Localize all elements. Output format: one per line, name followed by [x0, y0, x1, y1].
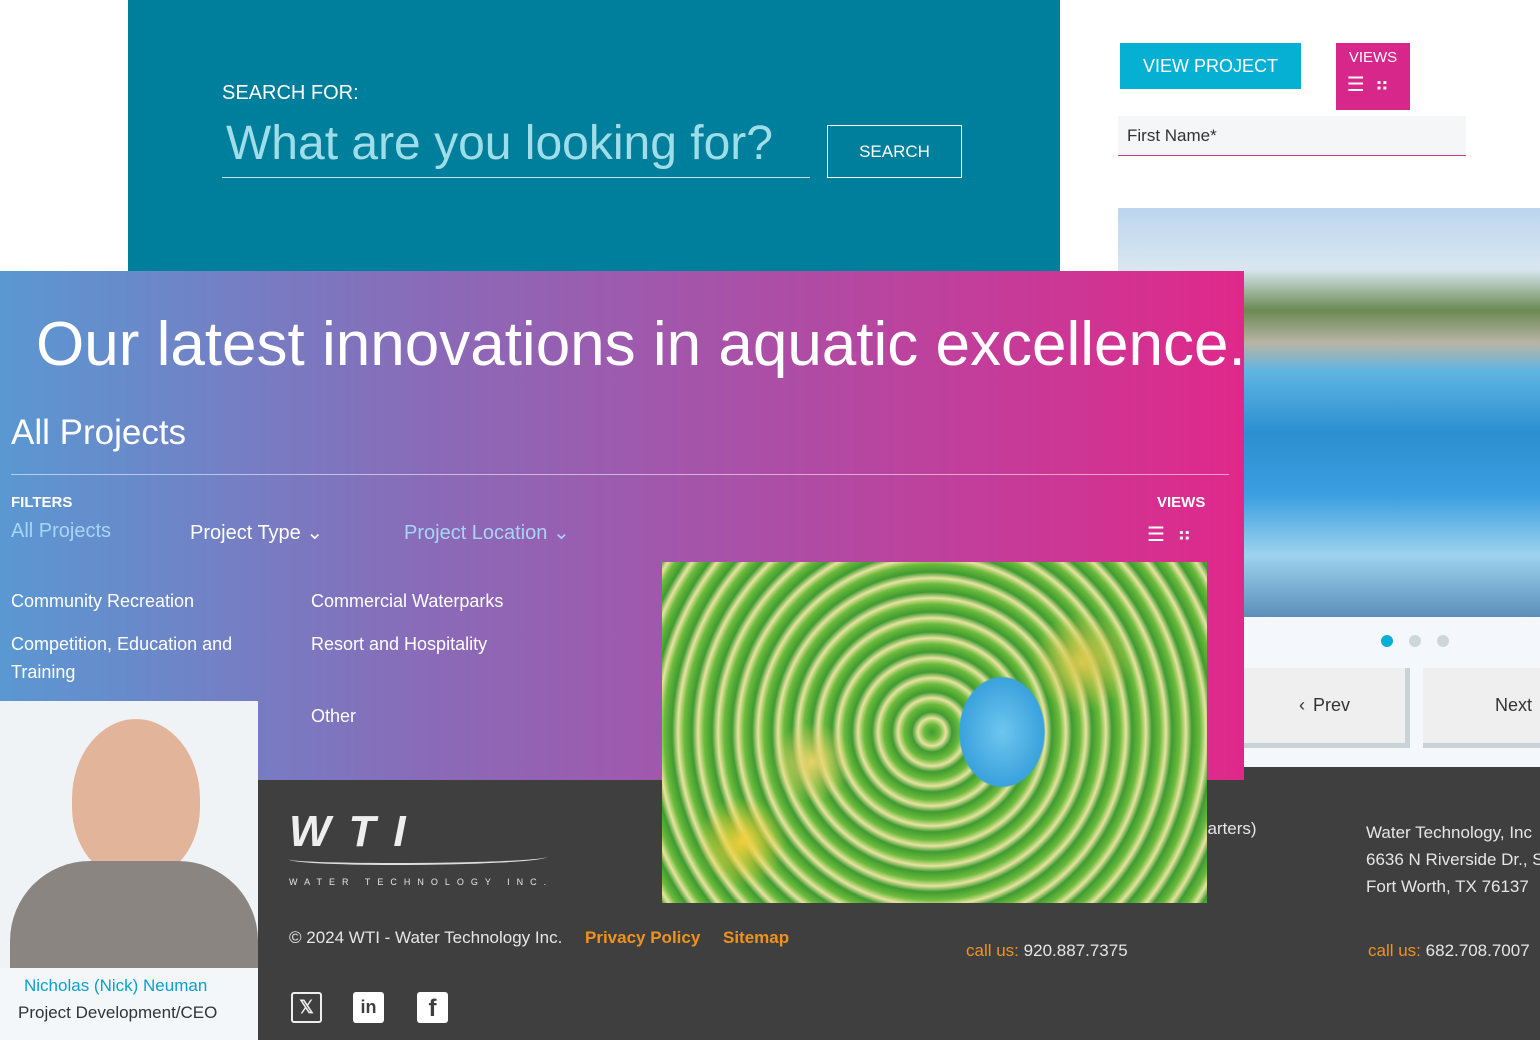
- category-community-recreation[interactable]: Community Recreation: [11, 587, 194, 615]
- search-button[interactable]: SEARCH: [827, 125, 962, 178]
- list-view-icon[interactable]: ☰: [1147, 524, 1177, 546]
- headline: Our latest innovations in aquatic excell…: [36, 310, 1246, 379]
- search-input[interactable]: [222, 110, 810, 178]
- chevron-left-icon: ‹: [1298, 695, 1305, 715]
- phone-2: call us: 682.708.7007: [1368, 941, 1530, 960]
- chevron-down-icon: ⌄: [306, 522, 324, 544]
- view-toggle: ☰⠶: [1147, 522, 1204, 547]
- search-panel: SEARCH FOR: SEARCH: [128, 0, 1060, 271]
- person-title: Project Development/CEO: [18, 1003, 218, 1022]
- waterpark-site-plan-image: [662, 562, 1207, 903]
- copyright: © 2024 WTI - Water Technology Inc.: [289, 928, 563, 947]
- views-label: VIEWS: [1157, 494, 1206, 511]
- phone-1: call us: 920.887.7375: [966, 941, 1128, 960]
- views-label: VIEWS: [1348, 49, 1398, 66]
- prev-button[interactable]: ‹ Prev: [1244, 668, 1410, 748]
- category-other[interactable]: Other: [311, 702, 356, 730]
- filter-all-projects[interactable]: All Projects: [11, 520, 111, 543]
- chevron-down-icon: ⌄: [552, 522, 570, 544]
- x-icon[interactable]: 𝕏: [291, 992, 322, 1023]
- person-photo-body: [10, 861, 258, 968]
- category-competition[interactable]: Competition, Education and Training: [11, 630, 251, 686]
- privacy-policy-link[interactable]: Privacy Policy: [585, 928, 700, 948]
- views-toggle: VIEWS ☰⠶: [1336, 43, 1410, 110]
- divider: [11, 474, 1229, 475]
- filter-project-type[interactable]: Project Type ⌄: [190, 520, 323, 545]
- list-view-icon[interactable]: ☰: [1347, 72, 1375, 97]
- section-title: All Projects: [11, 413, 187, 452]
- next-button[interactable]: Next: [1423, 668, 1540, 748]
- wti-logo: WTI WATER TECHNOLOGY INC.: [289, 807, 554, 887]
- search-label: SEARCH FOR:: [222, 82, 359, 104]
- linkedin-icon[interactable]: in: [353, 992, 384, 1023]
- first-name-input[interactable]: First Name*: [1118, 116, 1466, 156]
- person-name[interactable]: Nicholas (Nick) Neuman: [24, 976, 207, 996]
- filter-project-location[interactable]: Project Location ⌄: [404, 520, 570, 545]
- carousel-dot[interactable]: [1437, 635, 1449, 647]
- sitemap-link[interactable]: Sitemap: [723, 928, 789, 948]
- filters-label: FILTERS: [11, 494, 73, 511]
- carousel-dot-active[interactable]: [1381, 635, 1393, 647]
- grid-view-icon[interactable]: ⠶: [1375, 72, 1400, 97]
- team-member-card: Nicholas (Nick) Neuman Project Developme…: [0, 701, 258, 1040]
- grid-view-icon[interactable]: ⠶: [1177, 524, 1204, 546]
- carousel-dot[interactable]: [1409, 635, 1421, 647]
- prev-label: Prev: [1312, 695, 1350, 715]
- category-commercial-waterparks[interactable]: Commercial Waterparks: [311, 587, 503, 615]
- category-resort[interactable]: Resort and Hospitality: [311, 630, 487, 658]
- address: Water Technology, Inc 6636 N Riverside Dr…: [1366, 823, 1540, 896]
- facebook-icon[interactable]: f: [417, 992, 448, 1023]
- person-photo-head: [72, 719, 200, 879]
- view-project-button[interactable]: VIEW PROJECT: [1120, 43, 1301, 89]
